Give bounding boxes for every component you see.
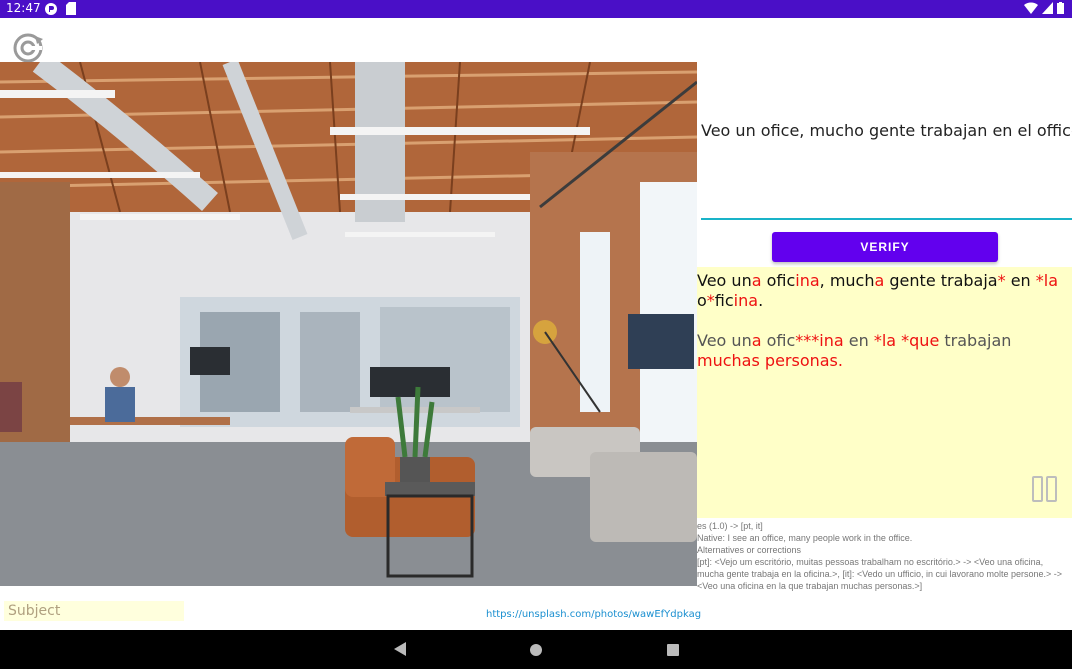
text-segment: Veo un — [697, 331, 752, 350]
correction-highlight: a — [874, 271, 885, 290]
correction-highlight: *la *que — [873, 331, 940, 350]
text-segment: gente trabaja — [884, 271, 998, 290]
answer-text: Veo un ofice, mucho gente trabajan en el… — [701, 121, 1072, 140]
correction-highlight: muchas — [697, 351, 760, 370]
office-photo — [0, 62, 697, 586]
correction-highlight: * — [997, 271, 1006, 290]
alternative-text: Veo una ofic***ina en *la *que trabajan … — [697, 331, 1067, 371]
sd-card-icon — [66, 2, 76, 15]
correction-highlight: ina — [795, 271, 820, 290]
text-segment: o — [697, 291, 707, 310]
info-language-line: es (1.0) -> [pt, it] — [697, 521, 763, 531]
info-native-line: Native: I see an office, many people wor… — [697, 533, 913, 543]
correction-highlight: a — [751, 331, 762, 350]
recent-apps-icon[interactable] — [667, 644, 679, 656]
info-text: es (1.0) -> [pt, it] Native: I see an of… — [697, 520, 1069, 592]
text-segment: . — [758, 291, 764, 310]
correction-highlight: ***ina — [795, 331, 844, 350]
refresh-icon[interactable] — [10, 30, 46, 66]
correction-highlight: *la — [1035, 271, 1059, 290]
battery-icon — [1057, 2, 1064, 14]
correction-highlight: * — [706, 291, 715, 310]
text-segment: fic — [714, 291, 734, 310]
subject-field[interactable]: Subject — [4, 601, 184, 621]
text-segment: Veo un — [697, 271, 752, 290]
text-segment: ofic — [761, 271, 796, 290]
correction-highlight: ina — [733, 291, 759, 310]
back-icon[interactable] — [394, 642, 406, 656]
info-alternatives-heading: Alternatives or corrections — [697, 545, 802, 555]
verify-button[interactable]: VERIFY — [772, 232, 998, 262]
text-segment: en — [843, 331, 874, 350]
result-panel: Veo una oficina, mucha gente trabaja* en… — [697, 267, 1072, 518]
input-underline — [701, 218, 1072, 220]
correction-highlight: personas. — [764, 351, 843, 370]
answer-input[interactable]: Veo un ofice, mucho gente trabajan en el… — [697, 62, 1072, 222]
status-time: 12:47 — [6, 1, 41, 15]
app-notification-icon — [45, 3, 57, 15]
photo-credit-link[interactable]: https://unsplash.com/photos/wawEfYdpkag — [486, 609, 701, 620]
signal-icon — [1042, 2, 1053, 14]
wifi-icon — [1024, 2, 1038, 14]
correction-highlight: a — [751, 271, 762, 290]
text-segment: trabajan — [939, 331, 1012, 350]
navigation-bar — [0, 630, 1072, 669]
text-segment: ofic — [761, 331, 796, 350]
correction-text: Veo una oficina, mucha gente trabaja* en… — [697, 271, 1067, 311]
text-segment: en — [1005, 271, 1036, 290]
info-alternatives-detail: [pt]: <Vejo um escritório, muitas pessoa… — [697, 557, 1063, 591]
status-bar: 12:47 — [0, 0, 1072, 18]
pause-icon[interactable] — [1032, 476, 1058, 502]
home-icon[interactable] — [530, 644, 542, 656]
text-segment: , much — [819, 271, 875, 290]
